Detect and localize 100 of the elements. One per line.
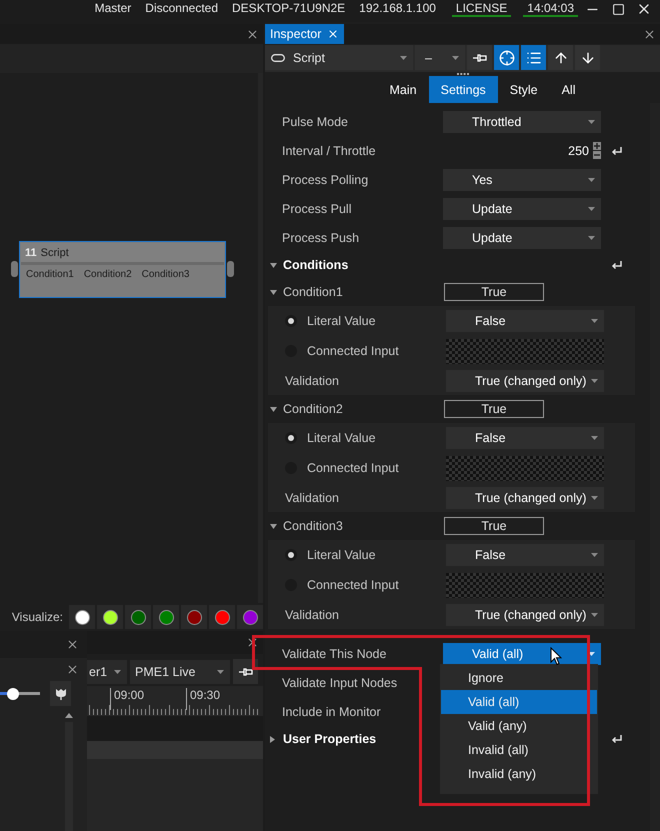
caret-icon: [217, 670, 224, 674]
property-label: Process Push: [282, 230, 360, 244]
color-button[interactable]: [181, 605, 207, 629]
dropdown[interactable]: Yes: [443, 168, 601, 190]
property-label: Process Pull: [282, 202, 352, 216]
reset-icon[interactable]: [611, 146, 623, 156]
caret-icon: [114, 670, 121, 674]
color-button[interactable]: [153, 605, 179, 629]
reset-icon[interactable]: [611, 734, 623, 744]
pin-button[interactable]: [233, 659, 258, 684]
increment-button[interactable]: [593, 142, 601, 150]
status-text: 192.168.1.100: [358, 0, 437, 17]
caret-icon: [588, 652, 595, 656]
connector-field[interactable]: [446, 456, 604, 480]
scroll-up-icon[interactable]: [65, 713, 73, 718]
caret-icon: [588, 178, 595, 182]
node-output: Condition2: [84, 269, 132, 280]
list-icon: [526, 50, 542, 66]
node-selector[interactable]: Script: [265, 45, 413, 70]
menu-option[interactable]: Valid (all): [441, 690, 597, 714]
output-handle[interactable]: [227, 261, 234, 277]
dropdown[interactable]: False: [446, 310, 604, 332]
node-number: 11: [25, 246, 37, 258]
maximize-icon[interactable]: [612, 2, 624, 16]
dropdown[interactable]: PME1 Live: [130, 660, 230, 684]
dropdown[interactable]: Throttled: [443, 110, 601, 132]
caret-icon: [591, 612, 598, 616]
toolbar-button[interactable]: [575, 45, 600, 70]
input-handle[interactable]: [11, 261, 18, 277]
radio-button[interactable]: [285, 432, 297, 444]
toolbar-button[interactable]: [467, 45, 492, 70]
dropdown[interactable]: True (changed only): [446, 604, 604, 626]
group-label: Condition1: [283, 285, 344, 299]
dropdown[interactable]: er1: [87, 660, 127, 684]
collapse-icon[interactable]: [270, 290, 277, 294]
status-text: DESKTOP-71U9N2E: [231, 0, 346, 17]
caret-icon: [591, 553, 598, 557]
property-label: Pulse Mode: [282, 114, 350, 128]
cursor-icon: [550, 647, 562, 666]
section-title[interactable]: User Properties: [283, 732, 376, 746]
property-label: Process Polling: [282, 172, 370, 186]
pin-icon: [238, 666, 252, 676]
node-title: Script: [40, 246, 69, 258]
collapse-icon[interactable]: [270, 262, 277, 268]
color-button[interactable]: [209, 605, 235, 629]
menu-option[interactable]: Invalid (all): [441, 738, 597, 762]
color-button[interactable]: [237, 605, 263, 629]
connector-field[interactable]: [446, 338, 604, 364]
caret-icon: [588, 120, 595, 124]
grip-icon[interactable]: [456, 72, 468, 75]
flower-button[interactable]: [50, 681, 71, 706]
value-display: True: [444, 517, 544, 535]
menu-option[interactable]: Valid (any): [441, 714, 597, 738]
dropdown[interactable]: Valid (all): [443, 642, 601, 664]
radio-label: Connected Input: [307, 578, 400, 592]
number-field[interactable]: 250: [443, 140, 601, 162]
collapse-icon[interactable]: [270, 406, 277, 412]
dropdown[interactable]: –: [415, 45, 465, 70]
value-display: True: [444, 400, 544, 418]
dropdown[interactable]: Update: [443, 198, 601, 220]
status-text[interactable]: 14:04:03: [523, 0, 578, 17]
color-button[interactable]: [69, 605, 95, 629]
property-label: Validation: [285, 608, 340, 622]
caret-icon: [591, 319, 598, 323]
reset-icon[interactable]: [611, 260, 623, 270]
dropdown[interactable]: True (changed only): [446, 486, 604, 508]
tab[interactable]: All: [550, 76, 588, 103]
group-label: Condition2: [283, 402, 344, 416]
status-text[interactable]: LICENSE: [452, 0, 512, 17]
connector-field[interactable]: [446, 572, 604, 598]
property-label: Validation: [285, 490, 340, 504]
menu-option[interactable]: Invalid (any): [441, 762, 597, 786]
color-button[interactable]: [97, 605, 123, 629]
dropdown[interactable]: False: [446, 544, 604, 566]
radio-button[interactable]: [285, 315, 297, 327]
crosshair-icon: [498, 50, 514, 66]
radio-button[interactable]: [285, 549, 297, 561]
menu-option[interactable]: Ignore: [441, 666, 597, 690]
expand-icon[interactable]: [270, 736, 275, 742]
color-button[interactable]: [125, 605, 151, 629]
time-label: 09:30: [186, 688, 220, 710]
inspector-tab[interactable]: Inspector: [265, 24, 344, 44]
dropdown[interactable]: Update: [443, 226, 601, 248]
radio-label: Literal Value: [307, 431, 377, 445]
tab[interactable]: Main: [378, 76, 429, 103]
tab[interactable]: Style: [498, 76, 550, 103]
section-title[interactable]: Conditions: [283, 258, 348, 272]
group-label: Condition3: [283, 519, 344, 533]
decrement-button[interactable]: [593, 151, 601, 159]
slider-thumb[interactable]: [7, 688, 20, 700]
toolbar-button[interactable]: [548, 45, 573, 70]
tab[interactable]: Settings: [428, 76, 498, 103]
status-text: Disconnected: [144, 0, 220, 17]
dropdown[interactable]: True (changed only): [446, 370, 604, 392]
dropdown[interactable]: False: [446, 427, 604, 449]
time-label: 09:00: [110, 688, 144, 710]
property-label: Validate This Node: [282, 646, 388, 660]
arrow-down-icon: [580, 50, 596, 66]
collapse-icon[interactable]: [270, 524, 277, 528]
flower-icon: [54, 688, 67, 700]
